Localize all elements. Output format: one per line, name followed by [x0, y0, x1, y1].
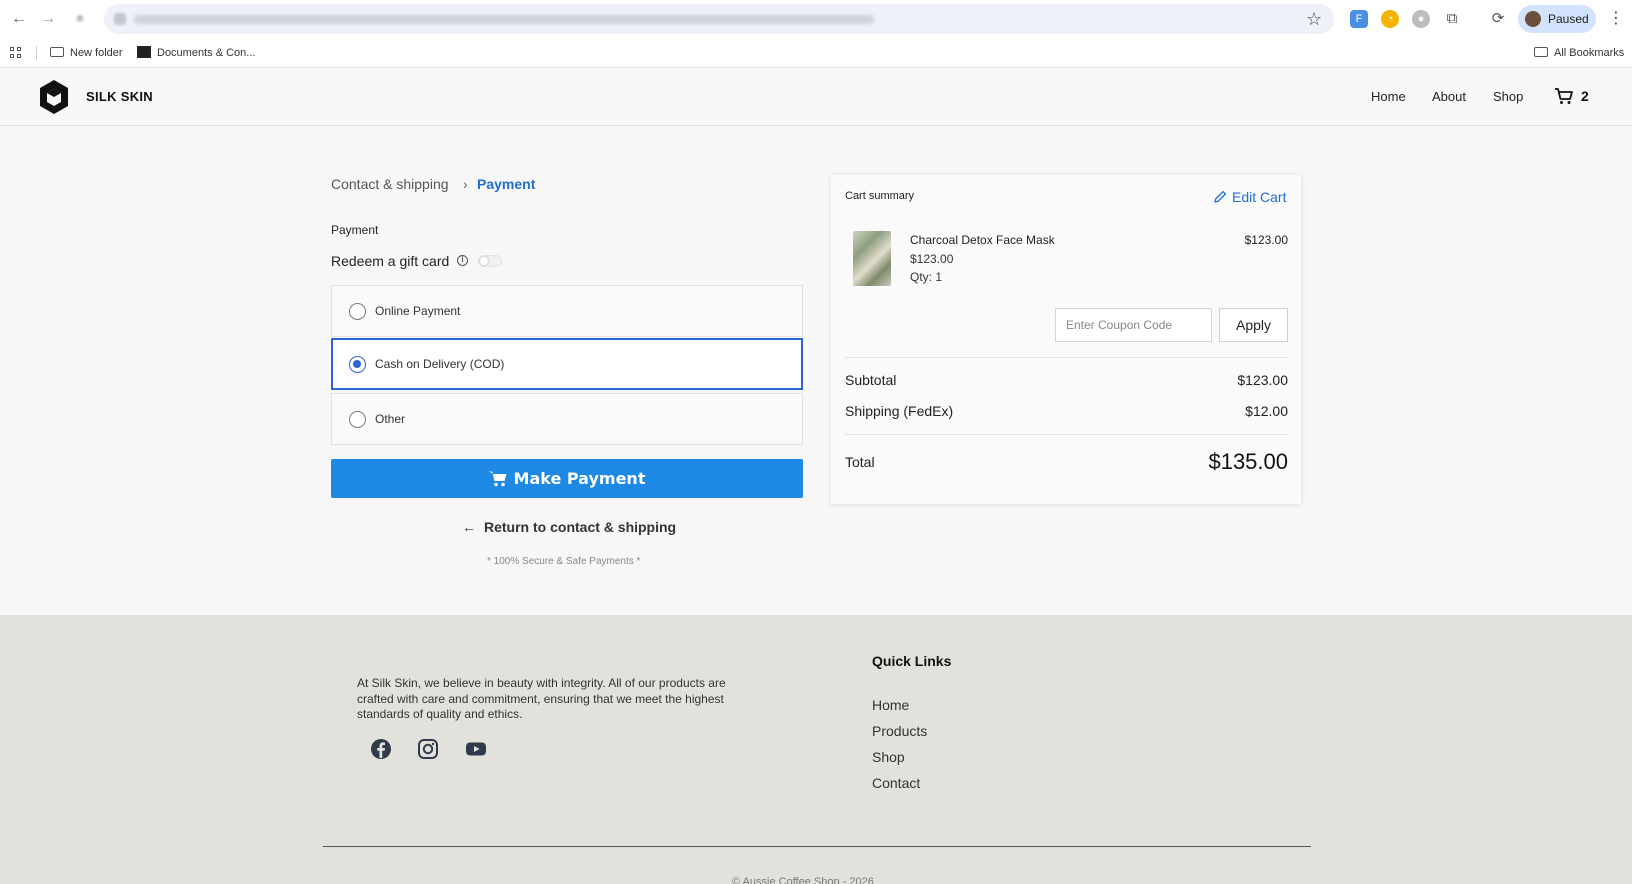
item-name: Charcoal Detox Face Mask	[910, 233, 1055, 247]
subtotal-label: Subtotal	[845, 372, 897, 388]
make-payment-label: Make Payment	[513, 469, 646, 488]
info-icon[interactable]: i	[457, 255, 468, 266]
pencil-icon	[1214, 190, 1227, 203]
divider	[845, 357, 1288, 358]
nav-shop[interactable]: Shop	[1493, 89, 1523, 104]
reload-icon[interactable]: ●	[70, 9, 90, 29]
radio-online-payment[interactable]	[349, 303, 366, 320]
bookmark-documents[interactable]: Documents & Con...	[137, 45, 255, 61]
cart-summary-title: Cart summary	[845, 190, 915, 202]
breadcrumb-separator: ›	[463, 176, 468, 192]
address-bar[interactable]	[104, 4, 1334, 34]
edit-cart-link[interactable]: Edit Cart	[1213, 189, 1286, 205]
secure-payment-note: * 100% Secure & Safe Payments *	[487, 556, 641, 567]
payment-option-label: Cash on Delivery (COD)	[375, 357, 505, 371]
payment-option-cod[interactable]: Cash on Delivery (COD)	[331, 338, 803, 390]
footer-link-products[interactable]: Products	[872, 723, 927, 739]
total-label: Total	[845, 454, 875, 470]
forward-icon[interactable]: →	[38, 9, 58, 29]
radio-other[interactable]	[349, 411, 366, 428]
breadcrumb-payment: Payment	[477, 176, 536, 192]
cart-icon[interactable]	[1554, 86, 1574, 106]
extension-icon[interactable]: ◔	[1381, 10, 1399, 28]
logo-icon[interactable]	[38, 79, 70, 115]
radio-cod[interactable]	[349, 356, 366, 373]
item-line-total: $123.00	[1244, 233, 1288, 247]
item-qty: Qty: 1	[910, 270, 943, 284]
bookmark-star-icon[interactable]: ☆	[1306, 8, 1322, 30]
profile-button[interactable]: Paused	[1518, 5, 1596, 33]
apps-grid-icon[interactable]	[10, 47, 22, 59]
sync-icon[interactable]: ⟳	[1489, 10, 1507, 28]
gift-card-toggle[interactable]	[478, 255, 502, 267]
brand-name[interactable]: SILK SKIN	[86, 89, 153, 104]
arrow-left-icon: ←	[462, 519, 476, 535]
total-value: $135.00	[1208, 449, 1288, 474]
return-to-shipping-link[interactable]: ← Return to contact & shipping	[462, 519, 676, 535]
item-price: $123.00	[910, 252, 954, 266]
cart-count-badge[interactable]: 2	[1581, 88, 1589, 104]
back-icon[interactable]: ←	[9, 9, 29, 29]
footer-about-text: At Silk Skin, we believe in beauty with …	[357, 676, 726, 721]
document-icon	[137, 46, 151, 58]
shipping-value: $12.00	[1245, 403, 1288, 419]
footer-link-contact[interactable]: Contact	[872, 775, 920, 791]
more-menu-icon[interactable]: ⋮	[1608, 8, 1624, 30]
payment-option-label: Online Payment	[375, 304, 461, 318]
gift-card-label: Redeem a gift card	[331, 253, 450, 269]
folder-icon	[1534, 47, 1548, 57]
divider	[845, 434, 1288, 435]
facebook-icon[interactable]	[370, 738, 392, 760]
footer-divider	[323, 846, 1311, 847]
profile-status: Paused	[1548, 12, 1589, 26]
extension-icon[interactable]: F	[1350, 10, 1368, 28]
puzzle-icon[interactable]: ⧉	[1443, 10, 1461, 28]
folder-icon	[50, 47, 64, 57]
all-bookmarks[interactable]: All Bookmarks	[1534, 45, 1624, 61]
coupon-code-input[interactable]	[1055, 308, 1212, 342]
payment-option-label: Other	[375, 412, 406, 426]
extension-icon[interactable]: ●	[1412, 10, 1430, 28]
payment-option-other[interactable]: Other	[331, 393, 803, 445]
copyright-text: © Aussie Coffee Shop - 2026	[732, 876, 874, 884]
bookmark-new-folder[interactable]: New folder	[50, 45, 123, 61]
nav-about[interactable]: About	[1432, 89, 1466, 104]
subtotal-value: $123.00	[1237, 372, 1288, 388]
youtube-icon[interactable]	[465, 738, 487, 760]
payment-section-label: Payment	[331, 223, 379, 237]
browser-toolbar: ← → ● ☆ F ◔ ● ⧉ ⟳ Paused ⋮	[0, 0, 1632, 38]
cart-summary-card: Cart summary Edit Cart Charcoal Detox Fa…	[831, 175, 1301, 504]
instagram-icon[interactable]	[417, 738, 439, 760]
footer-link-shop[interactable]: Shop	[872, 749, 905, 765]
quick-links-title: Quick Links	[872, 653, 952, 669]
payment-option-online[interactable]: Online Payment	[331, 285, 803, 337]
site-header: SILK SKIN Home About Shop 2	[0, 68, 1632, 126]
shipping-label: Shipping (FedEx)	[845, 403, 954, 419]
url-text	[134, 15, 874, 24]
breadcrumb-contact-shipping[interactable]: Contact & shipping	[331, 175, 449, 193]
cart-icon	[488, 471, 507, 487]
nav-home[interactable]: Home	[1371, 89, 1406, 104]
bookmarks-bar: New folder Documents & Con... All Bookma…	[0, 38, 1632, 68]
avatar	[1525, 11, 1541, 27]
make-payment-button[interactable]: Make Payment	[331, 459, 803, 498]
site-info-icon[interactable]	[114, 13, 126, 25]
product-thumbnail[interactable]	[853, 231, 891, 286]
site-footer: At Silk Skin, we believe in beauty with …	[0, 615, 1632, 884]
apply-coupon-button[interactable]: Apply	[1219, 308, 1288, 342]
footer-link-home[interactable]: Home	[872, 697, 909, 713]
